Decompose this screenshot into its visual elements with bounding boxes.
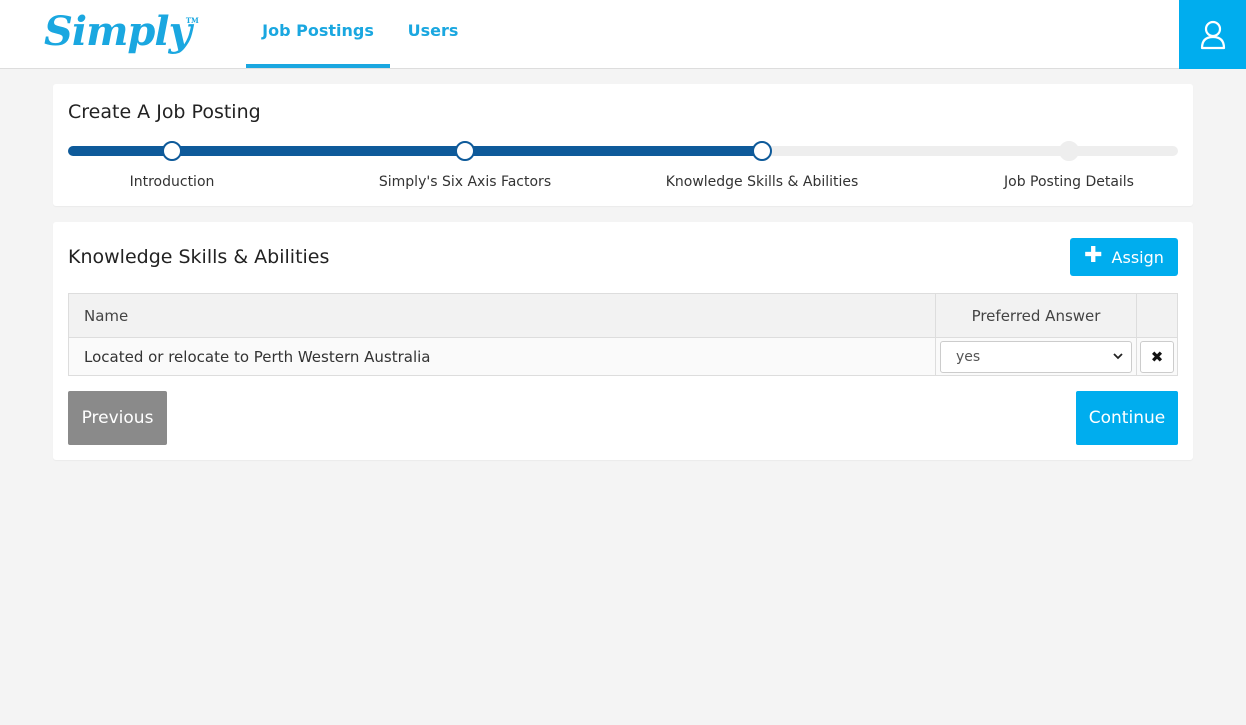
simply-logo[interactable]: Simply TM <box>44 8 199 55</box>
ksa-table: Name Preferred Answer Located or relocat… <box>68 293 1178 376</box>
step-dot-introduction[interactable] <box>162 141 182 161</box>
assign-button[interactable]: ✚ Assign <box>1070 238 1178 276</box>
table-row: Located or relocate to Perth Western Aus… <box>68 337 1178 376</box>
wizard-progress-track <box>68 141 1178 161</box>
table-header-row: Name Preferred Answer <box>68 293 1178 338</box>
column-header-name: Name <box>68 293 936 338</box>
user-menu-button[interactable] <box>1179 0 1246 69</box>
tab-users[interactable]: Users <box>396 0 470 68</box>
ksa-card: Knowledge Skills & Abilities ✚ Assign Na… <box>53 222 1193 460</box>
wizard-card: Create A Job Posting Introduction Simply… <box>53 84 1193 206</box>
ksa-row-preferred-cell: yes <box>935 337 1137 376</box>
step-dot-job-details <box>1059 141 1079 161</box>
step-label-ksa[interactable]: Knowledge Skills & Abilities <box>666 174 859 190</box>
step-dot-six-axis[interactable] <box>455 141 475 161</box>
step-dot-ksa[interactable] <box>752 141 772 161</box>
ksa-row-actions-cell: ✖ <box>1136 337 1178 376</box>
step-label-six-axis[interactable]: Simply's Six Axis Factors <box>379 174 551 190</box>
top-navbar: Simply TM Job Postings Users <box>0 0 1246 69</box>
logo-text: Simply <box>44 8 192 55</box>
preferred-answer-value: yes <box>956 348 981 365</box>
chevron-down-icon <box>1113 353 1123 360</box>
remove-row-button[interactable]: ✖ <box>1140 340 1174 373</box>
wizard-title: Create A Job Posting <box>68 101 261 123</box>
column-header-actions <box>1136 293 1178 338</box>
logo-trademark: TM <box>185 16 199 25</box>
previous-button[interactable]: Previous <box>68 391 167 445</box>
tab-job-postings[interactable]: Job Postings <box>246 0 390 68</box>
assign-label: Assign <box>1111 247 1164 267</box>
ksa-title: Knowledge Skills & Abilities <box>68 246 330 268</box>
step-label-job-details: Job Posting Details <box>1004 174 1134 190</box>
step-label-introduction[interactable]: Introduction <box>130 174 215 190</box>
close-icon: ✖ <box>1150 347 1164 366</box>
preferred-answer-select[interactable]: yes <box>940 340 1132 373</box>
plus-icon: ✚ <box>1084 243 1103 268</box>
column-header-preferred-answer: Preferred Answer <box>935 293 1137 338</box>
ksa-row-name: Located or relocate to Perth Western Aus… <box>68 337 936 376</box>
user-icon <box>1200 20 1225 49</box>
continue-button[interactable]: Continue <box>1076 391 1178 445</box>
